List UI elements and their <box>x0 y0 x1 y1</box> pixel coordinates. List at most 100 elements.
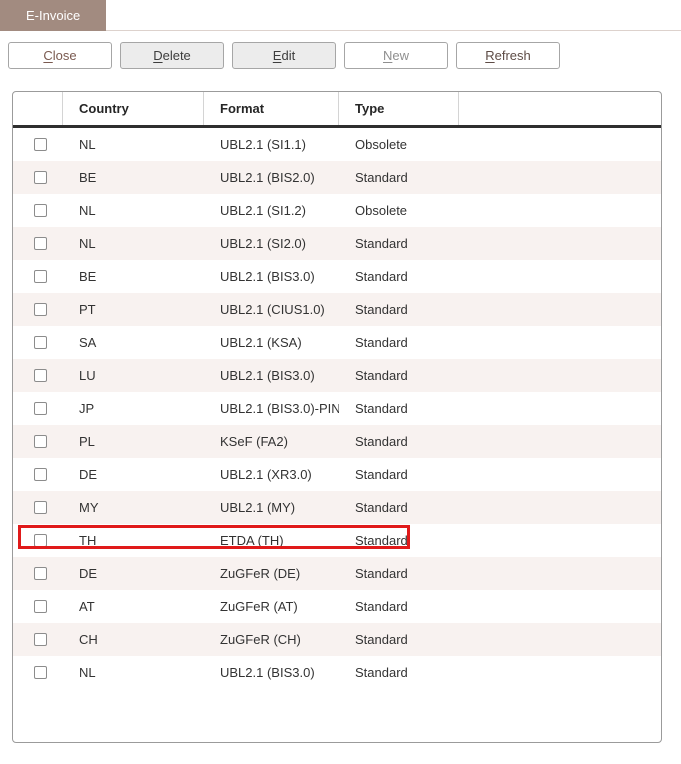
cell-country: AT <box>63 599 204 614</box>
checkbox-cell <box>13 402 63 415</box>
tab-label: E-Invoice <box>26 8 80 23</box>
table-row[interactable]: PL KSeF (FA2) Standard <box>13 425 661 458</box>
checkbox-cell <box>13 204 63 217</box>
table-row[interactable]: TH ETDA (TH) Standard <box>13 524 661 557</box>
table-row[interactable]: SA UBL2.1 (KSA) Standard <box>13 326 661 359</box>
refresh-button-label: efresh <box>495 48 531 63</box>
cell-type: Standard <box>339 170 459 185</box>
table-row[interactable]: LU UBL2.1 (BIS3.0) Standard <box>13 359 661 392</box>
cell-type: Standard <box>339 335 459 350</box>
checkbox-cell <box>13 303 63 316</box>
cell-type: Standard <box>339 500 459 515</box>
cell-country: NL <box>63 665 204 680</box>
cell-format: UBL2.1 (CIUS1.0) <box>204 302 339 317</box>
table-row[interactable]: NL UBL2.1 (SI1.1) Obsolete <box>13 128 661 161</box>
table-row[interactable]: CH ZuGFeR (CH) Standard <box>13 623 661 656</box>
checkbox-cell <box>13 336 63 349</box>
table-row[interactable]: NL UBL2.1 (SI1.2) Obsolete <box>13 194 661 227</box>
tab-e-invoice[interactable]: E-Invoice <box>0 0 106 31</box>
cell-format: ZuGFeR (DE) <box>204 566 339 581</box>
table-header: Country Format Type <box>13 92 661 128</box>
cell-format: UBL2.1 (BIS3.0)-PINT <box>204 401 339 416</box>
cell-type: Standard <box>339 401 459 416</box>
checkbox-cell <box>13 138 63 151</box>
row-checkbox[interactable] <box>34 270 47 283</box>
checkbox-cell <box>13 501 63 514</box>
table-row[interactable]: AT ZuGFeR (AT) Standard <box>13 590 661 623</box>
table-row[interactable]: DE ZuGFeR (DE) Standard <box>13 557 661 590</box>
cell-format: UBL2.1 (SI1.2) <box>204 203 339 218</box>
checkbox-cell <box>13 468 63 481</box>
table-row[interactable]: BE UBL2.1 (BIS3.0) Standard <box>13 260 661 293</box>
table-row[interactable]: NL UBL2.1 (BIS3.0) Standard <box>13 656 661 689</box>
cell-format: UBL2.1 (SI1.1) <box>204 137 339 152</box>
toolbar: Close Delete Edit New Refresh <box>0 31 681 69</box>
close-button[interactable]: Close <box>8 42 112 69</box>
checkbox-cell <box>13 369 63 382</box>
cell-country: DE <box>63 566 204 581</box>
cell-country: NL <box>63 236 204 251</box>
delete-button-label: elete <box>163 48 191 63</box>
edit-button[interactable]: Edit <box>232 42 336 69</box>
new-button[interactable]: New <box>344 42 448 69</box>
row-checkbox[interactable] <box>34 567 47 580</box>
table-body: NL UBL2.1 (SI1.1) Obsolete BE UBL2.1 (BI… <box>13 128 661 689</box>
checkbox-cell <box>13 600 63 613</box>
cell-country: TH <box>63 533 204 548</box>
cell-format: UBL2.1 (BIS3.0) <box>204 368 339 383</box>
header-checkbox-column <box>13 92 63 125</box>
cell-country: DE <box>63 467 204 482</box>
cell-format: UBL2.1 (XR3.0) <box>204 467 339 482</box>
row-checkbox[interactable] <box>34 204 47 217</box>
header-country[interactable]: Country <box>63 92 204 125</box>
checkbox-cell <box>13 534 63 547</box>
cell-format: ZuGFeR (CH) <box>204 632 339 647</box>
row-checkbox[interactable] <box>34 534 47 547</box>
close-button-label: lose <box>53 48 77 63</box>
row-checkbox[interactable] <box>34 303 47 316</box>
cell-country: PT <box>63 302 204 317</box>
table-row[interactable]: NL UBL2.1 (SI2.0) Standard <box>13 227 661 260</box>
table-row[interactable]: MY UBL2.1 (MY) Standard <box>13 491 661 524</box>
cell-format: ZuGFeR (AT) <box>204 599 339 614</box>
checkbox-cell <box>13 171 63 184</box>
cell-format: UBL2.1 (KSA) <box>204 335 339 350</box>
row-checkbox[interactable] <box>34 237 47 250</box>
refresh-button[interactable]: Refresh <box>456 42 560 69</box>
table-row[interactable]: JP UBL2.1 (BIS3.0)-PINT Standard <box>13 392 661 425</box>
table-row[interactable]: DE UBL2.1 (XR3.0) Standard <box>13 458 661 491</box>
header-format[interactable]: Format <box>204 92 339 125</box>
cell-type: Obsolete <box>339 137 459 152</box>
cell-country: CH <box>63 632 204 647</box>
row-checkbox[interactable] <box>34 600 47 613</box>
checkbox-cell <box>13 270 63 283</box>
checkbox-cell <box>13 666 63 679</box>
table-row[interactable]: BE UBL2.1 (BIS2.0) Standard <box>13 161 661 194</box>
row-checkbox[interactable] <box>34 633 47 646</box>
row-checkbox[interactable] <box>34 138 47 151</box>
header-type[interactable]: Type <box>339 92 459 125</box>
row-checkbox[interactable] <box>34 468 47 481</box>
delete-button-hotkey: D <box>153 48 162 63</box>
cell-format: UBL2.1 (BIS2.0) <box>204 170 339 185</box>
new-button-hotkey: N <box>383 48 392 63</box>
row-checkbox[interactable] <box>34 369 47 382</box>
row-checkbox[interactable] <box>34 501 47 514</box>
row-checkbox[interactable] <box>34 402 47 415</box>
row-checkbox[interactable] <box>34 666 47 679</box>
row-checkbox[interactable] <box>34 336 47 349</box>
cell-country: NL <box>63 137 204 152</box>
delete-button[interactable]: Delete <box>120 42 224 69</box>
cell-type: Obsolete <box>339 203 459 218</box>
cell-type: Standard <box>339 599 459 614</box>
edit-button-label: dit <box>281 48 295 63</box>
checkbox-cell <box>13 435 63 448</box>
cell-country: JP <box>63 401 204 416</box>
new-button-label: ew <box>392 48 409 63</box>
table-row[interactable]: PT UBL2.1 (CIUS1.0) Standard <box>13 293 661 326</box>
row-checkbox[interactable] <box>34 435 47 448</box>
cell-country: NL <box>63 203 204 218</box>
row-checkbox[interactable] <box>34 171 47 184</box>
cell-type: Standard <box>339 434 459 449</box>
cell-type: Standard <box>339 665 459 680</box>
